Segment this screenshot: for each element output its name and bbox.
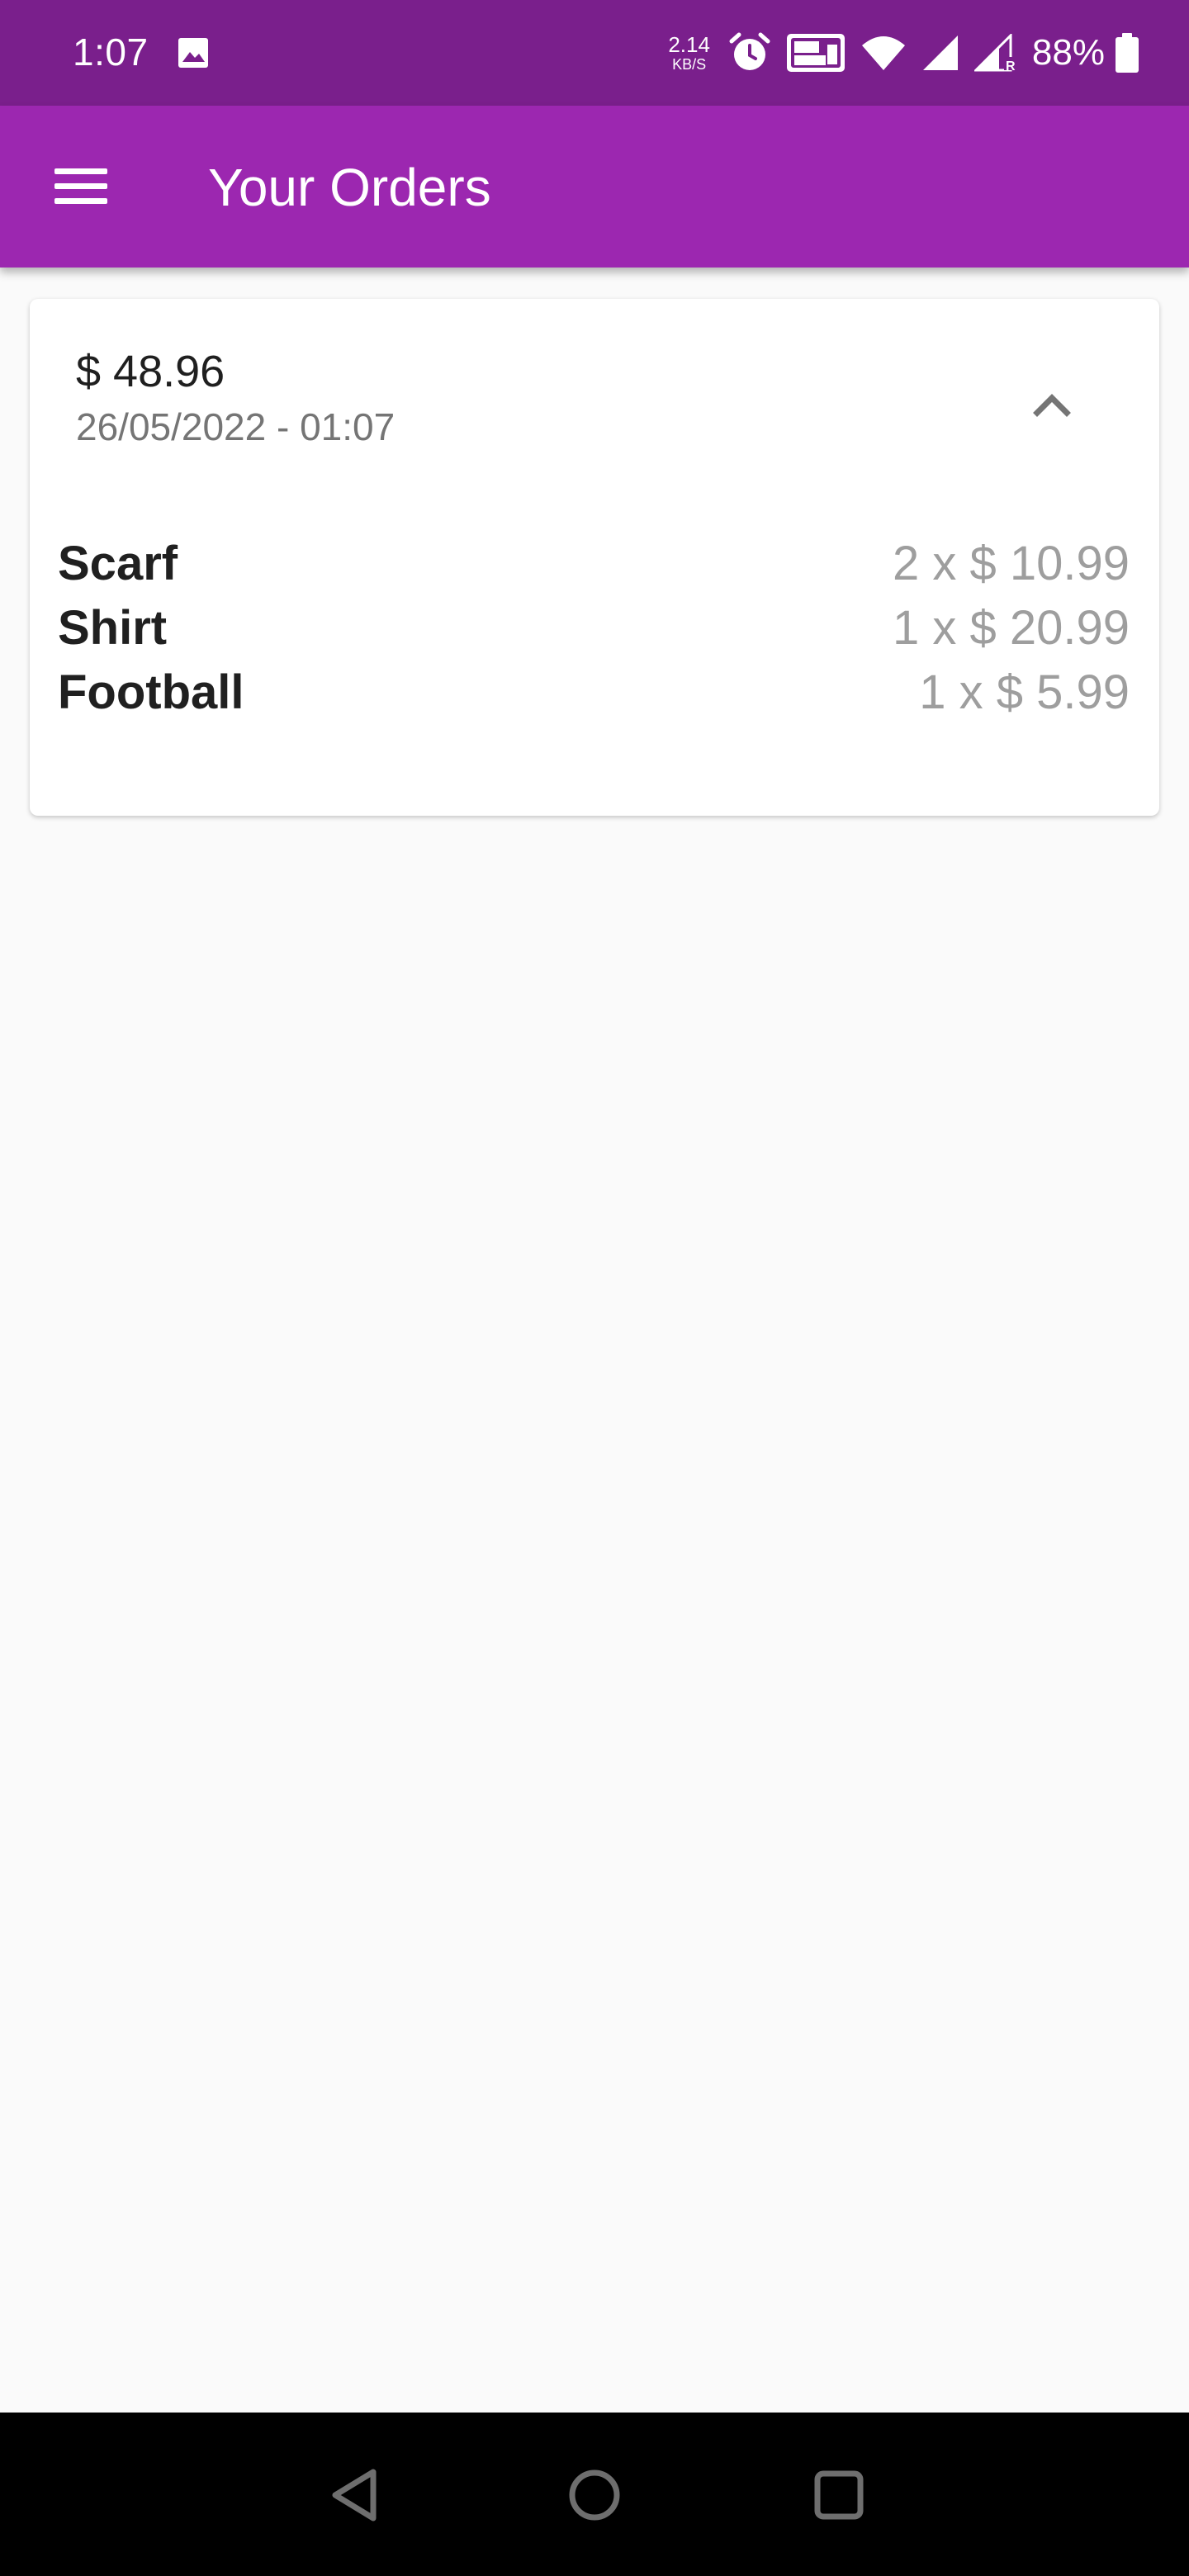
signal-icon xyxy=(922,36,958,70)
network-speed: 2.14 KB/S xyxy=(668,33,710,73)
status-icons: 2.14 KB/S R 88% xyxy=(668,23,1139,83)
item-name: Shirt xyxy=(58,601,168,655)
list-item: Scarf 2 x $ 10.99 xyxy=(58,532,1130,596)
status-time: 1:07 xyxy=(73,31,149,73)
wifi-icon xyxy=(861,36,905,70)
order-items-list: Scarf 2 x $ 10.99 Shirt 1 x $ 20.99 Foot… xyxy=(58,532,1130,725)
vowifi-icon xyxy=(786,34,845,72)
image-icon xyxy=(178,38,208,68)
home-button[interactable] xyxy=(557,2457,632,2533)
item-qty-price: 1 x $ 5.99 xyxy=(919,665,1130,719)
menu-button[interactable] xyxy=(43,157,119,216)
navigation-bar xyxy=(0,2413,1189,2576)
item-qty-price: 1 x $ 20.99 xyxy=(893,601,1130,655)
svg-text:R: R xyxy=(1006,59,1016,72)
home-icon xyxy=(569,2469,620,2521)
list-item: Shirt 1 x $ 20.99 xyxy=(58,596,1130,661)
order-card[interactable]: $ 48.96 26/05/2022 - 01:07 Scarf 2 x $ 1… xyxy=(30,299,1159,816)
app-bar: Your Orders xyxy=(0,106,1189,268)
battery-icon xyxy=(1116,33,1139,73)
order-date: 26/05/2022 - 01:07 xyxy=(76,405,396,448)
alarm-icon xyxy=(729,32,770,70)
back-icon xyxy=(332,2469,377,2522)
recents-icon xyxy=(814,2470,864,2520)
item-qty-price: 2 x $ 10.99 xyxy=(893,537,1130,590)
order-total: $ 48.96 xyxy=(76,347,225,396)
network-speed-unit: KB/S xyxy=(672,56,707,73)
item-name: Football xyxy=(58,665,244,719)
page-title: Your Orders xyxy=(208,158,491,217)
network-speed-value: 2.14 xyxy=(668,32,710,57)
chevron-up-icon xyxy=(1033,394,1071,417)
list-item: Football 1 x $ 5.99 xyxy=(58,661,1130,725)
battery-percent: 88% xyxy=(1031,32,1105,73)
signal-roaming-icon: R xyxy=(973,34,1016,72)
status-bar: 1:07 2.14 KB/S R 88% xyxy=(0,0,1189,106)
collapse-order-button[interactable] xyxy=(1017,370,1087,439)
back-button[interactable] xyxy=(317,2457,393,2533)
recents-button[interactable] xyxy=(801,2457,877,2533)
item-name: Scarf xyxy=(58,537,178,590)
